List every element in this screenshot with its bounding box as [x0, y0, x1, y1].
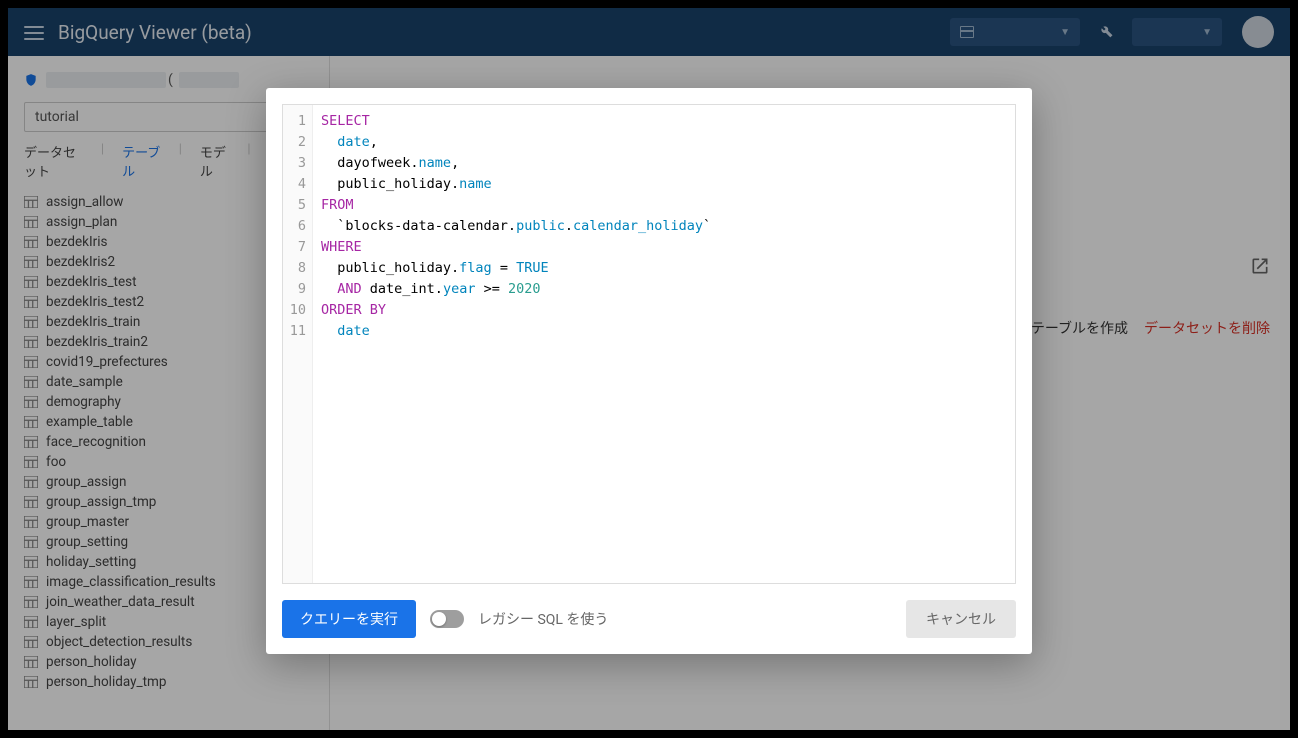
modal-footer: クエリーを実行 レガシー SQL を使う キャンセル: [282, 600, 1016, 638]
legacy-sql-toggle[interactable]: [430, 610, 464, 628]
sql-editor[interactable]: 1234567891011 SELECT date, dayofweek.nam…: [282, 104, 1016, 584]
legacy-sql-label: レガシー SQL を使う: [478, 609, 608, 629]
query-modal: 1234567891011 SELECT date, dayofweek.nam…: [266, 88, 1032, 654]
line-gutter: 1234567891011: [283, 105, 313, 583]
cancel-button[interactable]: キャンセル: [906, 600, 1016, 638]
modal-overlay: 1234567891011 SELECT date, dayofweek.nam…: [8, 8, 1290, 730]
sql-code[interactable]: SELECT date, dayofweek.name, public_holi…: [313, 105, 1015, 583]
run-query-button[interactable]: クエリーを実行: [282, 600, 416, 638]
